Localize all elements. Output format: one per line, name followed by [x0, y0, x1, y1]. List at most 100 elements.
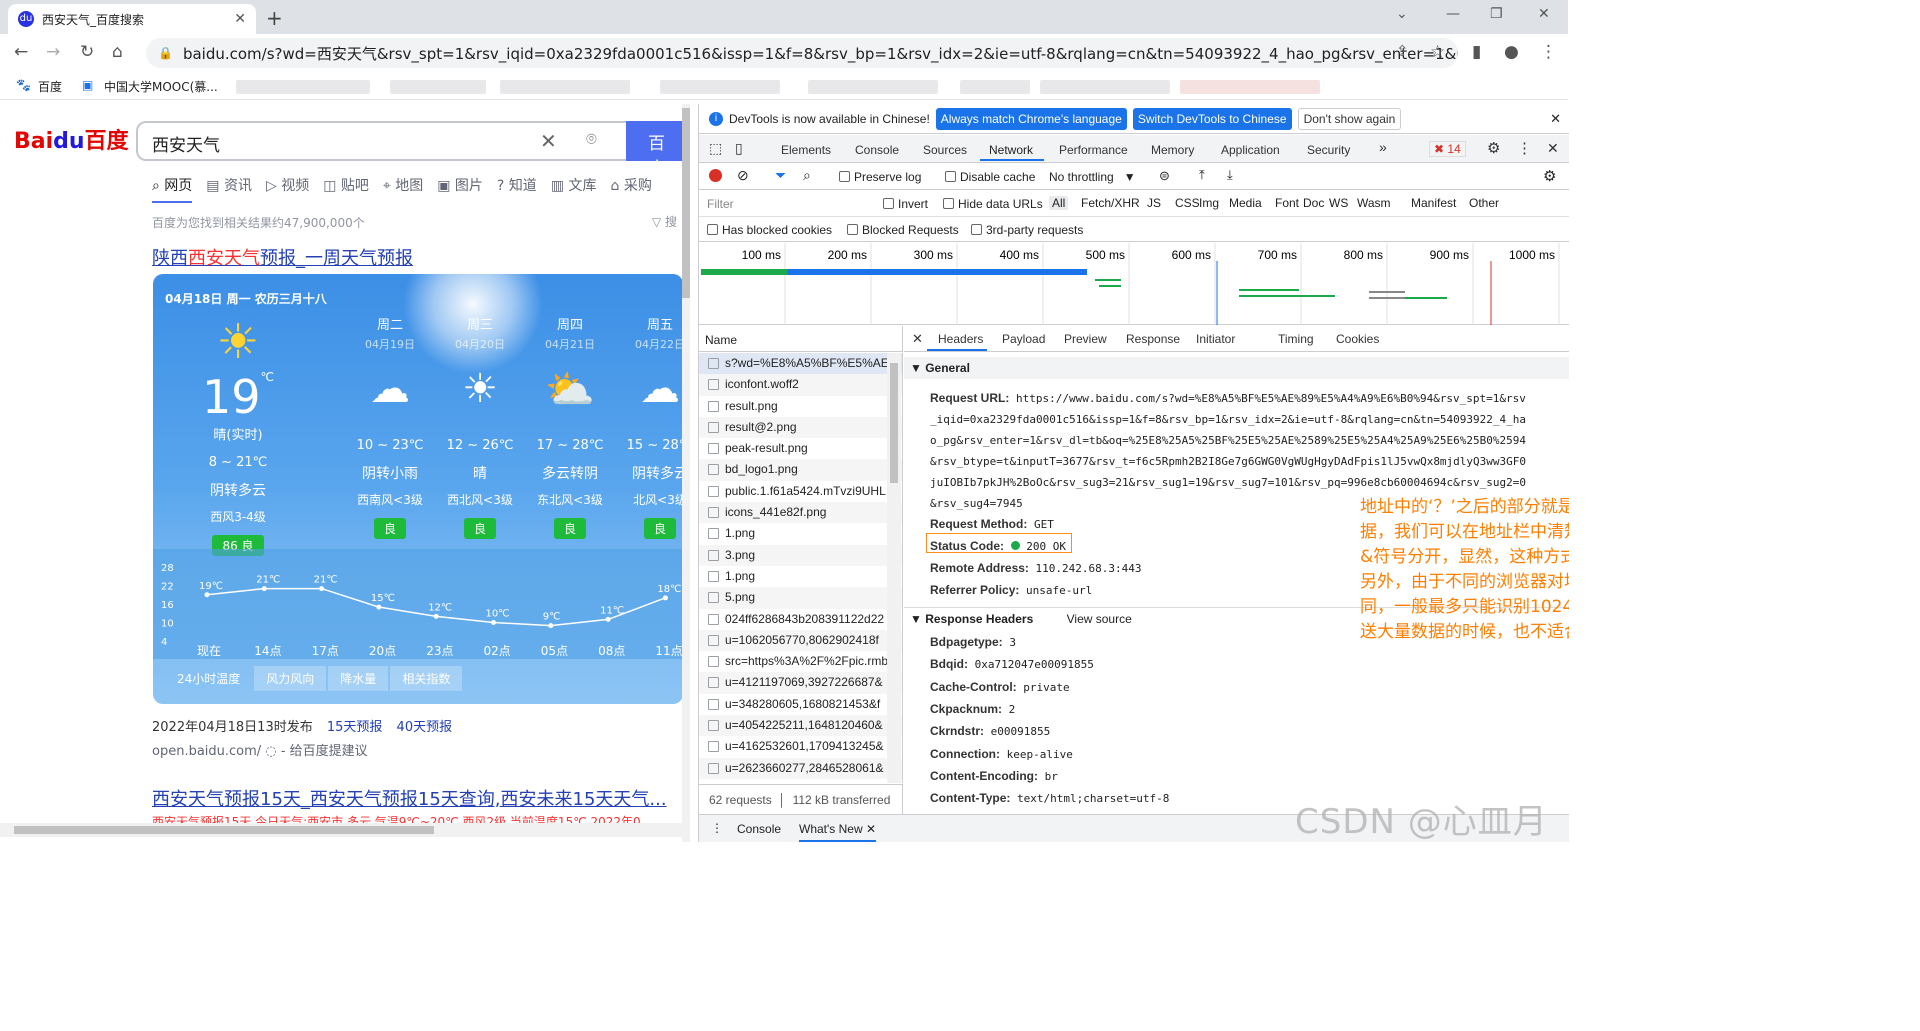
- temp-point[interactable]: [491, 620, 496, 625]
- detail-tab-headers[interactable]: Headers: [938, 332, 983, 346]
- close-window-button[interactable]: ✕: [1538, 6, 1550, 22]
- checkbox[interactable]: [945, 171, 956, 182]
- search-tab-4[interactable]: ⌖ 地图: [383, 175, 423, 203]
- request-row[interactable]: u=4162532601,1709413245&: [699, 736, 902, 757]
- result-2-title[interactable]: 西安天气预报15天_西安天气预报15天查询,西安未来15天天气...: [152, 785, 667, 811]
- maximize-button[interactable]: ❐: [1490, 6, 1503, 22]
- devtools-tab-memory[interactable]: Memory: [1151, 143, 1194, 157]
- third-party-checkbox[interactable]: 3rd-party requests: [971, 223, 1083, 237]
- disable-cache-checkbox[interactable]: Disable cache: [945, 170, 1035, 184]
- request-row[interactable]: u=348280605,1680821453&f: [699, 694, 902, 715]
- weather-tab-0[interactable]: 24小时温度: [165, 666, 252, 691]
- type-filter-9[interactable]: Wasm: [1357, 196, 1391, 210]
- temp-point[interactable]: [605, 616, 611, 622]
- request-row[interactable]: 024ff6286843b208391122d22: [699, 609, 902, 630]
- more-tabs-icon[interactable]: »: [1379, 139, 1387, 155]
- drawer-tab-whats-new[interactable]: What's New ✕: [799, 822, 877, 842]
- drawer-tab-console[interactable]: Console: [737, 822, 781, 836]
- weather-tab-3[interactable]: 相关指数: [390, 666, 463, 691]
- detail-tab-payload[interactable]: Payload: [1002, 332, 1045, 346]
- checkbox[interactable]: [943, 198, 954, 209]
- checkbox[interactable]: [971, 224, 982, 235]
- request-row[interactable]: u=1062056770,8062902418f: [699, 629, 902, 652]
- temp-point[interactable]: [376, 604, 382, 610]
- filter-funnel-icon[interactable]: ⏷: [775, 167, 786, 184]
- forecast-day[interactable]: 周三 04月20日 ☀ 12 ~ 26℃ 晴西北风<3级良: [445, 314, 515, 539]
- request-row[interactable]: u=2623660277,2846528061&: [699, 757, 902, 779]
- temp-point[interactable]: [548, 623, 554, 629]
- request-list-scrollbar[interactable]: [887, 353, 901, 783]
- forecast-day[interactable]: 周五 04月22日 ☁ 15 ~ 28℃ 阴转多云北风<3级良: [625, 314, 683, 539]
- network-settings-icon[interactable]: ⚙: [1543, 167, 1556, 185]
- network-overview-timeline[interactable]: 100 ms 200 ms 300 ms 400 ms 500 ms 600 ms 700 …: [699, 243, 1569, 325]
- search-tools[interactable]: ▽ 搜: [652, 213, 677, 230]
- inspect-element-icon[interactable]: ⬚: [709, 140, 722, 157]
- devtools-tab-sources[interactable]: Sources: [923, 143, 967, 157]
- export-har-icon[interactable]: ⤓: [1227, 167, 1233, 183]
- view-source-link[interactable]: View source: [1067, 612, 1132, 626]
- type-filter-3[interactable]: CSS: [1175, 196, 1200, 210]
- result-1-title[interactable]: 陕西西安天气预报_一周天气预报: [152, 244, 413, 270]
- forecast-day[interactable]: 周二 04月19日 ☁ 10 ~ 23℃ 阴转小雨 西南风<3级良: [355, 314, 425, 539]
- type-filter-2[interactable]: JS: [1147, 196, 1161, 210]
- settings-gear-icon[interactable]: ⚙: [1487, 139, 1500, 157]
- clear-icon[interactable]: ⊘: [737, 167, 749, 184]
- has-blocked-cookies-checkbox[interactable]: Has blocked cookies: [707, 223, 832, 237]
- scroll-thumb[interactable]: [890, 363, 898, 483]
- clear-search-icon[interactable]: ✕: [540, 129, 557, 153]
- side-panel-icon[interactable]: ▮: [1472, 42, 1481, 62]
- detail-tab-response[interactable]: Response: [1126, 332, 1180, 346]
- search-tab-7[interactable]: ▥ 文库: [551, 175, 597, 203]
- hide-data-urls-checkbox[interactable]: Hide data URLs: [943, 197, 1043, 211]
- request-row[interactable]: icons_441e82f.png: [699, 502, 902, 524]
- bookmark-star-icon[interactable]: ☆: [1430, 42, 1445, 62]
- network-conditions-icon[interactable]: ⊜: [1159, 168, 1170, 184]
- device-toolbar-icon[interactable]: ▯: [735, 140, 743, 157]
- request-row[interactable]: iconfont.woff2: [699, 374, 902, 396]
- lock-icon[interactable]: 🔒: [158, 46, 173, 60]
- new-tab-button[interactable]: +: [266, 6, 283, 30]
- link-15-day[interactable]: 15天预报: [327, 720, 383, 735]
- request-row[interactable]: u=4054225211,1648120460&: [699, 715, 902, 737]
- close-detail-icon[interactable]: ✕: [912, 331, 923, 347]
- detail-tab-cookies[interactable]: Cookies: [1336, 332, 1379, 346]
- reload-icon[interactable]: ↻: [80, 42, 94, 62]
- temp-point[interactable]: [204, 592, 210, 598]
- close-devtools-icon[interactable]: ✕: [1547, 140, 1559, 157]
- detail-tab-initiator[interactable]: Initiator: [1196, 332, 1235, 346]
- request-row[interactable]: peak-result.png: [699, 438, 902, 459]
- browser-tab[interactable]: du 西安天气_百度搜索 ✕: [8, 4, 256, 34]
- share-icon[interactable]: ⇪: [1396, 42, 1409, 60]
- search-tab-5[interactable]: ▣ 图片: [437, 175, 483, 203]
- search-tab-8[interactable]: ⌂ 采购: [611, 175, 652, 203]
- close-infobar-icon[interactable]: ✕: [1550, 111, 1561, 127]
- devtools-tab-network[interactable]: Network: [989, 143, 1033, 157]
- bookmark-mooc[interactable]: 中国大学MOOC(慕...: [104, 78, 218, 95]
- minimize-button[interactable]: —: [1446, 6, 1460, 22]
- devtools-menu-icon[interactable]: ⋮: [1517, 139, 1532, 157]
- type-filter-1[interactable]: Fetch/XHR: [1081, 196, 1140, 210]
- feedback-text[interactable]: - 给百度提建议: [281, 744, 368, 759]
- devtools-tab-elements[interactable]: Elements: [781, 143, 831, 157]
- tab-search-icon[interactable]: ⌄: [1396, 6, 1408, 22]
- menu-kebab-icon[interactable]: ⋮: [1540, 42, 1557, 62]
- search-tab-0[interactable]: ⌕ 网页: [152, 175, 193, 203]
- baidu-logo[interactable]: Baidu百度: [14, 123, 129, 155]
- search-button[interactable]: 百度: [626, 121, 688, 179]
- weather-tab-1[interactable]: 风力风向: [254, 666, 327, 691]
- bookmark-baidu[interactable]: 百度: [38, 78, 62, 95]
- request-row[interactable]: bd_logo1.png: [699, 459, 902, 481]
- temp-point[interactable]: [261, 586, 267, 592]
- address-bar[interactable]: 🔒 baidu.com/s?wd=西安天气&rsv_spt=1&rsv_iqid…: [146, 38, 1458, 68]
- temp-point[interactable]: [433, 613, 439, 619]
- checkbox[interactable]: [847, 224, 858, 235]
- devtools-tab-performance[interactable]: Performance: [1059, 143, 1128, 157]
- type-filter-10[interactable]: Manifest: [1411, 196, 1456, 210]
- drawer-menu-icon[interactable]: ⋮: [711, 821, 723, 835]
- devtools-tab-console[interactable]: Console: [855, 143, 899, 157]
- weather-tab-2[interactable]: 降水量: [328, 666, 389, 691]
- detail-tab-preview[interactable]: Preview: [1064, 332, 1107, 346]
- camera-search-icon[interactable]: ⌾: [586, 129, 597, 150]
- link-40-day[interactable]: 40天预报: [397, 720, 453, 735]
- switch-chinese-button[interactable]: Switch DevTools to Chinese: [1132, 107, 1292, 130]
